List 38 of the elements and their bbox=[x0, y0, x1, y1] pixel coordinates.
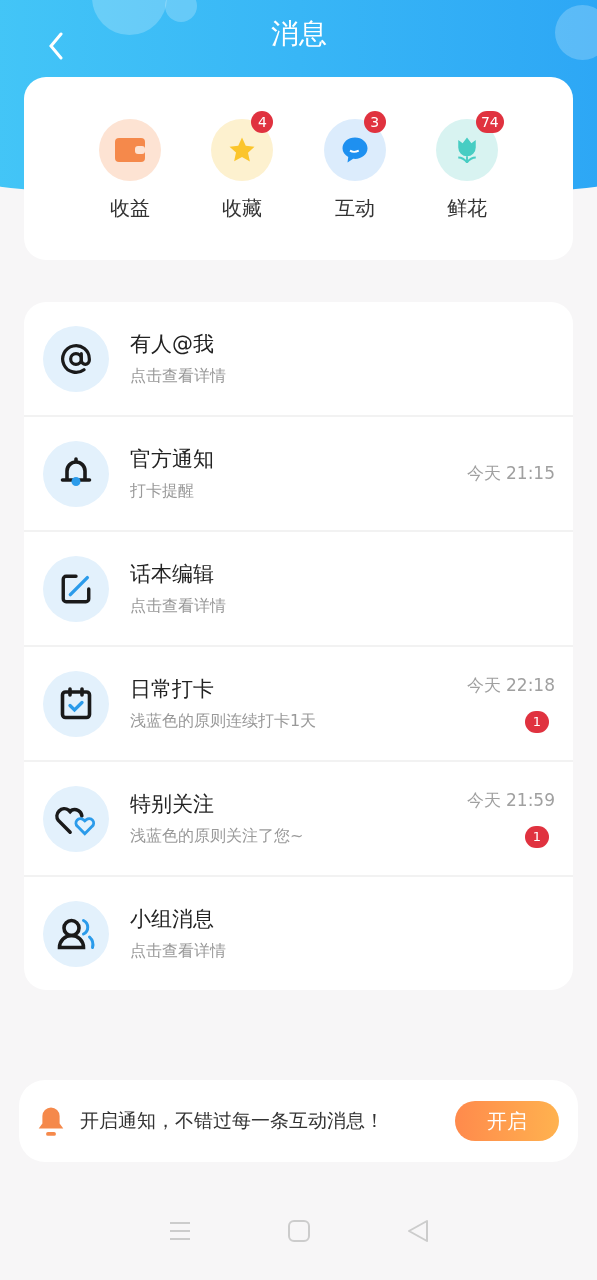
message-title[interactable]: 话本编辑 bbox=[130, 560, 214, 588]
message-time: 今天 21:59 bbox=[466, 789, 555, 812]
page-title: 消息 bbox=[270, 15, 327, 52]
message-preview: 点击查看详情 bbox=[130, 596, 226, 617]
message-title[interactable]: 日常打卡 bbox=[130, 675, 214, 703]
home-button[interactable] bbox=[287, 1220, 310, 1242]
shortcut-button[interactable]: 4 收藏 bbox=[186, 77, 299, 260]
count-badge: 74 bbox=[475, 111, 504, 133]
shortcut-button[interactable]: 74 鲜花 bbox=[410, 77, 523, 260]
back-nav-button[interactable] bbox=[406, 1219, 429, 1243]
message-title[interactable]: 有人@我 bbox=[130, 330, 214, 358]
menu-button[interactable] bbox=[168, 1221, 191, 1241]
message-title[interactable]: 特别关注 bbox=[130, 790, 214, 818]
count-badge: 4 bbox=[251, 111, 274, 133]
shortcut-button[interactable]: 收益 bbox=[74, 77, 187, 260]
bubble-decoration bbox=[555, 5, 597, 60]
at-sign-icon bbox=[60, 342, 92, 375]
message-preview: 浅蓝色的原则连续打卡1天 bbox=[130, 711, 317, 732]
wallet-icon bbox=[115, 138, 146, 162]
message-time: 今天 21:15 bbox=[466, 462, 555, 485]
message-title[interactable]: 官方通知 bbox=[130, 445, 214, 473]
triangle-back-icon bbox=[406, 1219, 429, 1243]
back-icon bbox=[48, 32, 64, 60]
unread-badge: 1 bbox=[525, 826, 549, 848]
message-preview: 浅蓝色的原则关注了您~ bbox=[130, 826, 304, 847]
message-preview: 点击查看详情 bbox=[130, 941, 226, 962]
unread-badge: 1 bbox=[525, 711, 549, 733]
calendar-check-icon bbox=[58, 685, 94, 722]
message-title[interactable]: 小组消息 bbox=[130, 905, 214, 933]
bell-icon bbox=[36, 1105, 66, 1137]
home-square-icon bbox=[287, 1220, 310, 1242]
count-badge: 3 bbox=[363, 111, 386, 133]
message-preview: 打卡提醒 bbox=[130, 481, 194, 502]
shortcut-button[interactable]: 3 互动 bbox=[298, 77, 411, 260]
message-preview: 点击查看详情 bbox=[130, 366, 226, 387]
message-time: 今天 22:18 bbox=[466, 674, 555, 697]
notice-text: 开启通知，不错过每一条互动消息！ bbox=[80, 1108, 385, 1133]
menu-icon bbox=[168, 1221, 191, 1241]
